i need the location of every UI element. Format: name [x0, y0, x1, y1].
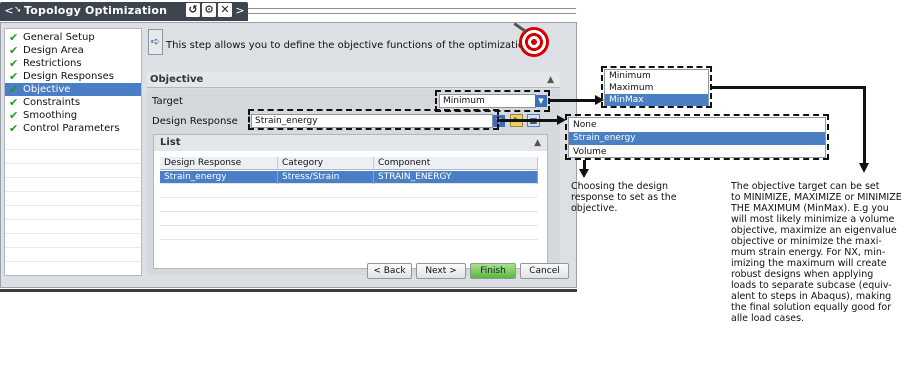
- empty-row: [5, 193, 141, 206]
- connector-line: [550, 99, 597, 102]
- check-icon: ✔: [9, 122, 19, 135]
- pin-icon: ➘: [14, 5, 22, 15]
- empty-row: [5, 165, 141, 178]
- design-response-note: Choosing the design response to set as t…: [571, 181, 677, 214]
- empty-row: [5, 249, 141, 262]
- back-button[interactable]: < Back: [367, 263, 412, 279]
- arrow-down-icon: [859, 163, 869, 173]
- list-panel: List ▲ Design Response Category Componen…: [153, 134, 548, 269]
- option-minimum[interactable]: Minimum: [605, 70, 708, 82]
- step-objective[interactable]: ✔ Objective: [5, 83, 141, 96]
- nav-next-icon[interactable]: >: [233, 4, 247, 18]
- empty-row: [160, 185, 538, 198]
- table-cell: STRAIN_ENERGY: [374, 171, 538, 184]
- finish-button[interactable]: Finish: [470, 263, 516, 279]
- check-icon: ✔: [9, 96, 19, 109]
- arrow-down-icon: [579, 169, 589, 178]
- arrow-right-icon: ➪: [148, 29, 163, 55]
- connector-line: [863, 86, 866, 164]
- title-divider: [248, 8, 576, 14]
- empty-row: [5, 151, 141, 164]
- check-icon: ✔: [9, 44, 19, 57]
- empty-row: [160, 199, 538, 212]
- close-icon[interactable]: ✕: [218, 3, 232, 17]
- connector-line: [712, 86, 865, 89]
- window-title: Topology Optimization: [24, 4, 168, 17]
- target-note: The objective target can be set to MINIM…: [731, 181, 902, 324]
- empty-row: [160, 227, 538, 240]
- arrow-right-icon: [595, 95, 604, 105]
- step-smoothing[interactable]: ✔ Smoothing: [5, 109, 141, 122]
- response-options-popup: None Strain_energy Volume: [568, 117, 826, 158]
- table-cell: Stress/Strain: [278, 171, 374, 184]
- step-restrictions[interactable]: ✔ Restrictions: [5, 57, 141, 70]
- check-icon: ✔: [9, 70, 19, 83]
- steps-list: ✔ General Setup ✔ Design Area ✔ Restriction…: [4, 28, 142, 276]
- column-header[interactable]: Category: [278, 157, 374, 170]
- chevron-up-icon[interactable]: ▲: [547, 72, 554, 88]
- connector-line: [499, 119, 559, 122]
- empty-row: [5, 221, 141, 234]
- next-button[interactable]: Next >: [416, 263, 466, 279]
- design-response-highlight: [248, 109, 499, 130]
- empty-row: [5, 235, 141, 248]
- wizard-dialog: ✔ General Setup ✔ Design Area ✔ Restriction…: [0, 22, 577, 288]
- empty-row: [5, 207, 141, 220]
- chevron-up-icon[interactable]: ▲: [534, 135, 541, 151]
- table-cell: Strain_energy: [160, 171, 278, 184]
- empty-row: [5, 179, 141, 192]
- dialog-shadow: [0, 289, 577, 292]
- empty-row: [160, 213, 538, 226]
- option-none[interactable]: None: [569, 119, 825, 131]
- table-row[interactable]: Strain_energy Stress/Strain STRAIN_ENERG…: [160, 171, 538, 184]
- check-icon: ✔: [9, 83, 19, 96]
- option-volume[interactable]: Volume: [569, 146, 825, 158]
- column-header[interactable]: Component: [374, 157, 538, 170]
- list-section-header[interactable]: List ▲: [154, 135, 547, 151]
- dart-icon: [513, 22, 527, 33]
- option-maximum[interactable]: Maximum: [605, 82, 708, 94]
- check-icon: ✔: [9, 31, 19, 44]
- reset-icon[interactable]: ↺: [186, 3, 200, 17]
- design-response-label: Design Response: [152, 116, 238, 127]
- empty-row: [5, 137, 141, 150]
- arrow-right-icon: [557, 115, 566, 125]
- cancel-button[interactable]: Cancel: [520, 263, 569, 279]
- step-design-area[interactable]: ✔ Design Area: [5, 44, 141, 57]
- option-minmax[interactable]: MinMax: [605, 94, 708, 106]
- target-options-popup: Minimum Maximum MinMax: [604, 69, 709, 106]
- target-label: Target: [152, 96, 183, 107]
- step-general-setup[interactable]: ✔ General Setup: [5, 31, 141, 44]
- option-strain-energy[interactable]: Strain_energy: [569, 132, 825, 145]
- title-bar: < ➘ Topology Optimization ↺ ⚙ ✕ >: [0, 0, 577, 22]
- check-icon: ✔: [9, 109, 19, 122]
- check-icon: ✔: [9, 57, 19, 70]
- objective-section-header[interactable]: Objective ▲: [147, 72, 560, 88]
- step-constraints[interactable]: ✔ Constraints: [5, 96, 141, 109]
- column-header[interactable]: Design Response: [160, 157, 278, 170]
- step-design-responses[interactable]: ✔ Design Responses: [5, 70, 141, 83]
- step-control-parameters[interactable]: ✔ Control Parameters: [5, 122, 141, 135]
- step-description: This step allows you to define the objec…: [166, 40, 531, 51]
- settings-icon[interactable]: ⚙: [202, 3, 216, 17]
